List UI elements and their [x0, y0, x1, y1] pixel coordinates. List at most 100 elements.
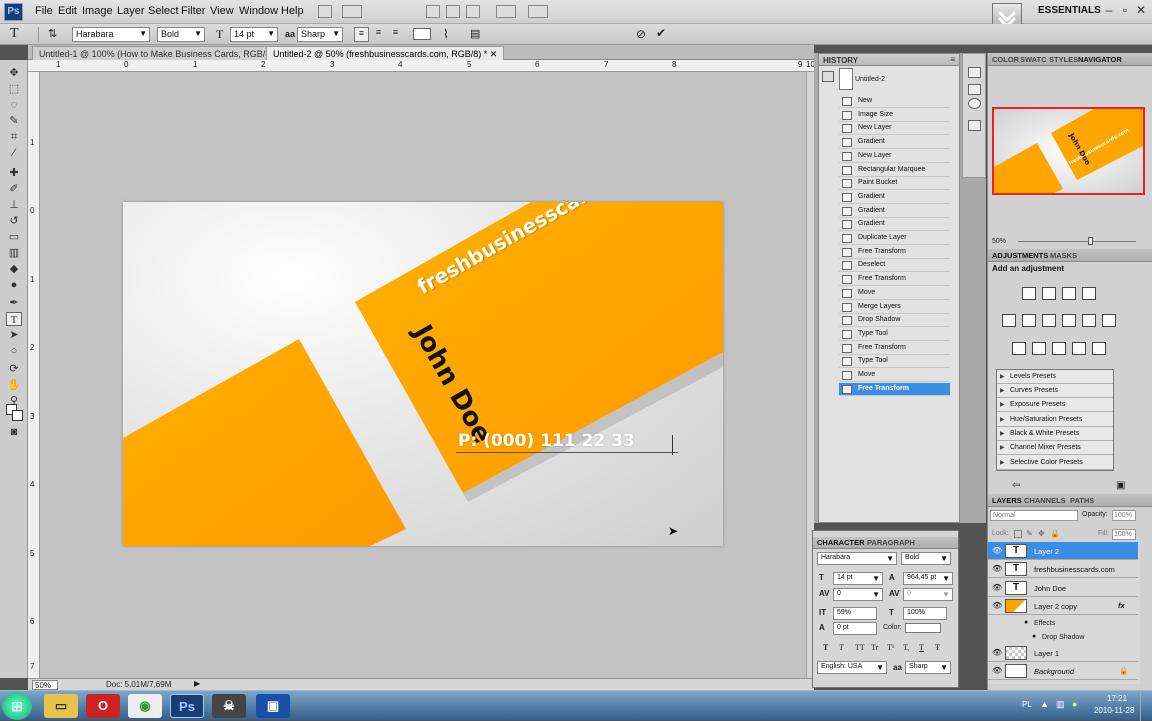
menu-window[interactable]: Window: [239, 5, 278, 17]
arrange-documents-icon[interactable]: [496, 5, 516, 18]
history-item[interactable]: Deselect: [839, 259, 950, 273]
char-font-size[interactable]: 14 pt ▼: [833, 572, 883, 585]
brush-tool-icon[interactable]: ✐: [6, 182, 22, 196]
antialias-select[interactable]: Sharp ▼: [297, 27, 343, 42]
invert-icon[interactable]: [1012, 342, 1026, 355]
history-item[interactable]: Free Transform: [839, 246, 950, 259]
fx-icon[interactable]: fx: [1118, 601, 1125, 610]
preset-item[interactable]: Levels Presets: [997, 370, 1113, 384]
layer-row-john-doe[interactable]: 👁 T John Doe: [988, 579, 1138, 597]
minimize-icon[interactable]: –: [1102, 4, 1116, 17]
history-item[interactable]: Free Transform: [839, 342, 950, 355]
menu-image[interactable]: Image: [82, 5, 113, 17]
lock-all-icon[interactable]: 🔒: [1050, 529, 1060, 538]
cancel-edits-icon[interactable]: ⊘: [636, 27, 646, 41]
lasso-tool-icon[interactable]: ◌: [6, 98, 22, 112]
font-style-select[interactable]: Bold ▼: [157, 27, 205, 42]
lock-transparency-icon[interactable]: [1014, 530, 1022, 538]
preset-item[interactable]: Selective Color Presets: [997, 456, 1113, 470]
quick-select-tool-icon[interactable]: ✎: [6, 114, 22, 128]
char-vertical-scale[interactable]: 59%: [833, 607, 877, 620]
color-balance-icon[interactable]: [1042, 314, 1056, 327]
history-item[interactable]: Merge Layers: [839, 301, 950, 314]
superscript-icon[interactable]: T¹: [887, 643, 894, 652]
lock-pixels-icon[interactable]: ✎: [1026, 529, 1033, 538]
exposure-icon[interactable]: [1082, 287, 1096, 300]
type-tool-icon[interactable]: T: [10, 26, 19, 42]
marquee-tool-icon[interactable]: ⬚: [6, 82, 22, 96]
screen-mode-2-icon[interactable]: [528, 5, 548, 18]
start-button-icon[interactable]: ⊞: [2, 692, 32, 720]
layer-row-layer-2[interactable]: 👁 T Layer 2: [988, 542, 1138, 560]
business-card-canvas[interactable]: freshbusinesscards.com John Doe P: (000)…: [123, 202, 723, 546]
eye-icon[interactable]: 👁: [992, 648, 1002, 657]
eraser-tool-icon[interactable]: ▭: [6, 230, 22, 244]
history-item[interactable]: Free Transform: [839, 382, 950, 396]
phone-text-editing[interactable]: P: (000) 111 22 33: [456, 431, 678, 453]
history-item[interactable]: Duplicate Layer: [839, 232, 950, 245]
eye-icon[interactable]: 👁: [992, 583, 1002, 592]
align-right-icon[interactable]: ≡: [388, 27, 403, 42]
tab-adjustments[interactable]: ADJUSTMENTS: [992, 251, 1048, 260]
network-icon[interactable]: ▥: [1056, 699, 1065, 710]
history-item[interactable]: New Layer: [839, 122, 950, 136]
bridge-icon[interactable]: [318, 5, 332, 18]
posterize-icon[interactable]: [1032, 342, 1046, 355]
underline-icon[interactable]: T: [919, 643, 924, 652]
fill-field[interactable]: 100%: [1112, 529, 1136, 540]
return-to-list-icon[interactable]: ⇦: [1012, 480, 1020, 491]
history-item[interactable]: Gradient: [839, 218, 950, 232]
font-size-select[interactable]: 14 pt ▼: [230, 27, 278, 42]
blend-mode-select[interactable]: Normal: [990, 510, 1078, 521]
gradient-map-icon[interactable]: [1072, 342, 1086, 355]
explorer-icon[interactable]: ▭: [44, 694, 78, 718]
capture-app-icon[interactable]: ▣: [256, 694, 290, 718]
opacity-field[interactable]: 100%: [1112, 510, 1136, 521]
tab-channels[interactable]: CHANNELS: [1024, 496, 1066, 505]
navigator-zoom[interactable]: 50%: [992, 238, 1006, 245]
history-item[interactable]: Image Size: [839, 109, 950, 122]
history-item[interactable]: Drop Shadow: [839, 314, 950, 328]
align-left-icon[interactable]: ≡: [354, 27, 369, 42]
history-item[interactable]: Free Transform: [839, 273, 950, 287]
threshold-icon[interactable]: [1052, 342, 1066, 355]
panel-menu-icon[interactable]: ≡: [950, 55, 955, 64]
channel-mixer-icon[interactable]: [1102, 314, 1116, 327]
subscript-icon[interactable]: T,: [903, 643, 909, 652]
history-item[interactable]: New: [839, 95, 950, 108]
workspace-switcher[interactable]: ESSENTIALS: [1038, 5, 1101, 16]
font-family-select[interactable]: Harabara ▼: [72, 27, 150, 42]
chrome-icon[interactable]: ◉: [128, 694, 162, 718]
language-select[interactable]: English: USA ▼: [817, 661, 887, 674]
tab-untitled-2[interactable]: Untitled-2 @ 50% (freshbusinesscards.com…: [266, 46, 505, 60]
history-item[interactable]: Type Tool: [839, 328, 950, 341]
3d-rotate-tool-icon[interactable]: ⟳: [6, 362, 22, 376]
levels-icon[interactable]: [1042, 287, 1056, 300]
char-color-swatch[interactable]: [905, 623, 941, 633]
tab-styles[interactable]: STYLES: [1049, 55, 1078, 64]
warp-text-icon[interactable]: ⌇: [443, 27, 449, 41]
preset-item[interactable]: Channel Mixer Presets: [997, 441, 1113, 455]
char-kerning[interactable]: 0 ▼: [833, 588, 883, 601]
path-select-tool-icon[interactable]: ➤: [6, 328, 22, 342]
commit-edits-icon[interactable]: ✔: [656, 26, 666, 40]
gradient-tool-icon[interactable]: ▥: [6, 246, 22, 260]
tray-arrow-icon[interactable]: ▲: [1040, 699, 1049, 709]
healing-tool-icon[interactable]: ✚: [6, 166, 22, 180]
navigator-zoom-thumb[interactable]: [1088, 237, 1093, 245]
tab-color[interactable]: COLOR: [992, 55, 1019, 64]
history-item[interactable]: Paint Bucket: [839, 177, 950, 191]
history-item[interactable]: Move: [839, 287, 950, 300]
preset-item[interactable]: Black & White Presets: [997, 427, 1113, 441]
layer-row-layer-2-copy[interactable]: 👁 Layer 2 copy fx: [988, 597, 1138, 615]
eyedropper-tool-icon[interactable]: ⁄: [6, 146, 22, 160]
zoom-field[interactable]: 50%: [32, 680, 58, 690]
clock-date[interactable]: 2010-11-28: [1094, 706, 1134, 715]
photoshop-taskbar-icon[interactable]: Ps: [170, 694, 204, 718]
move-tool-icon[interactable]: ✥: [6, 66, 22, 80]
eye-icon[interactable]: 👁: [992, 666, 1002, 675]
history-item[interactable]: Move: [839, 369, 950, 382]
char-antialias-select[interactable]: Sharp ▼: [905, 661, 951, 674]
black-white-icon[interactable]: [1062, 314, 1076, 327]
menu-file[interactable]: File: [35, 5, 53, 17]
